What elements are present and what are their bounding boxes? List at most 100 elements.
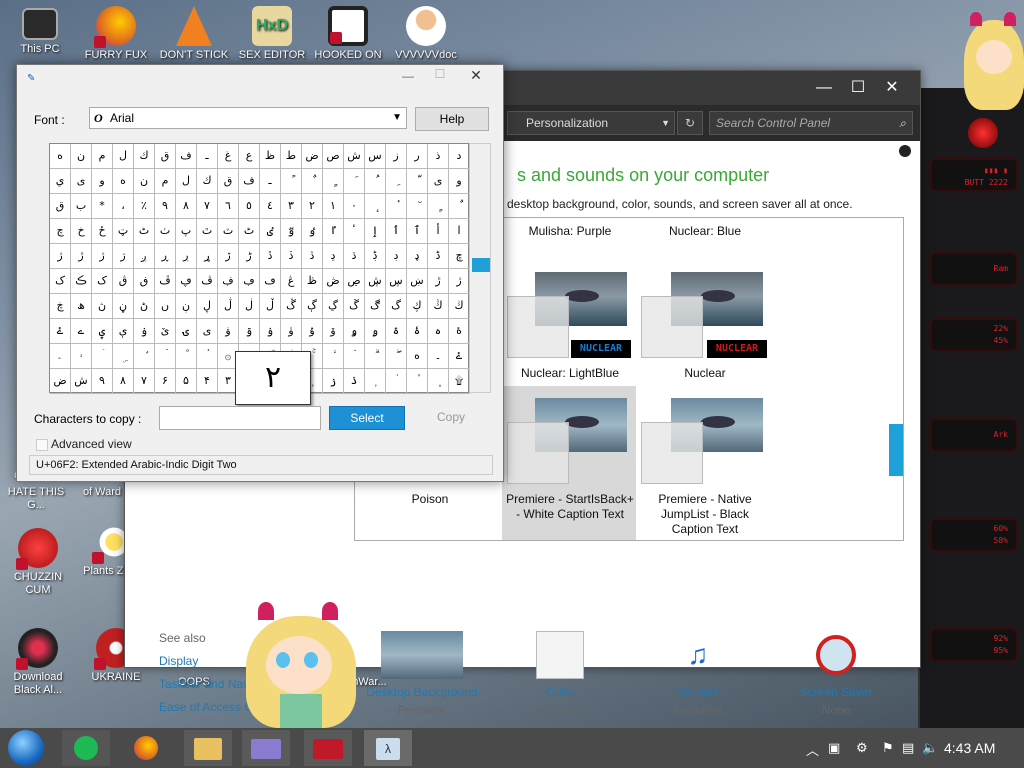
character-cell[interactable]: ب bbox=[71, 194, 92, 219]
character-cell[interactable]: ڥ bbox=[176, 269, 197, 294]
character-cell[interactable]: ڨ bbox=[113, 269, 134, 294]
character-cell[interactable]: پ bbox=[176, 219, 197, 244]
character-cell[interactable]: ې bbox=[113, 319, 134, 344]
character-cell[interactable]: ۤ bbox=[92, 344, 113, 369]
character-cell[interactable]: ڒ bbox=[218, 244, 239, 269]
character-cell[interactable]: ڟ bbox=[302, 269, 323, 294]
character-cell[interactable]: ٵ bbox=[323, 219, 344, 244]
character-cell[interactable]: ٪ bbox=[134, 194, 155, 219]
character-cell[interactable]: ۦ bbox=[50, 344, 71, 369]
taskbar-app-notes[interactable] bbox=[62, 730, 110, 766]
character-cell[interactable]: ٷ bbox=[281, 219, 302, 244]
taskbar-app-charmap[interactable]: λ bbox=[364, 730, 412, 766]
character-cell[interactable]: ۴ bbox=[197, 369, 218, 394]
character-cell[interactable]: د bbox=[449, 144, 470, 169]
start-orb-button[interactable] bbox=[8, 730, 44, 766]
character-cell[interactable]: ێ bbox=[155, 319, 176, 344]
character-cell[interactable]: ٤ bbox=[260, 194, 281, 219]
character-cell[interactable]: ِ bbox=[386, 169, 407, 194]
refresh-button[interactable]: ↻ bbox=[677, 111, 703, 135]
character-cell[interactable]: ٔ bbox=[386, 194, 407, 219]
character-cell[interactable]: ڪ bbox=[71, 269, 92, 294]
character-cell[interactable]: ۬ bbox=[386, 369, 407, 394]
character-cell[interactable]: ٍ bbox=[428, 194, 449, 219]
character-cell[interactable]: و bbox=[449, 169, 470, 194]
character-cell[interactable]: ڋ bbox=[365, 244, 386, 269]
character-cell[interactable]: ١ bbox=[323, 194, 344, 219]
character-grid-scrollbar[interactable] bbox=[469, 143, 491, 393]
character-cell[interactable]: ٍ bbox=[323, 169, 344, 194]
character-cell[interactable]: ۗ bbox=[365, 344, 386, 369]
character-cell[interactable]: ٿ bbox=[197, 219, 218, 244]
taskbar-app-firefox[interactable] bbox=[122, 730, 170, 766]
character-cell[interactable]: ل bbox=[113, 144, 134, 169]
character-cell[interactable]: م bbox=[155, 169, 176, 194]
character-cell[interactable]: ٢ bbox=[302, 194, 323, 219]
character-cell[interactable]: ە bbox=[407, 344, 428, 369]
character-cell[interactable]: ۣ bbox=[113, 344, 134, 369]
character-cell[interactable]: ۄ bbox=[365, 319, 386, 344]
chevron-down-icon[interactable]: ▼ bbox=[661, 112, 670, 134]
character-cell[interactable]: ۮ bbox=[344, 369, 365, 394]
desktop-icon-dont-stick[interactable]: DON'T STICK bbox=[158, 6, 230, 62]
character-cell[interactable]: ڈ bbox=[428, 244, 449, 269]
tray-app-icon[interactable]: ▣ bbox=[828, 740, 840, 756]
theme-mulisha-purple-label[interactable]: Mulisha: Purple bbox=[505, 224, 635, 239]
taskbar-app-control-panel[interactable] bbox=[242, 730, 290, 766]
character-cell[interactable]: ۆ bbox=[323, 319, 344, 344]
character-cell[interactable]: ڶ bbox=[239, 294, 260, 319]
character-cell[interactable]: ۥ bbox=[71, 344, 92, 369]
character-cell[interactable]: ڷ bbox=[218, 294, 239, 319]
character-cell[interactable]: ز bbox=[386, 144, 407, 169]
character-cell[interactable]: ډ bbox=[407, 244, 428, 269]
character-cell[interactable]: ژ bbox=[92, 244, 113, 269]
character-cell[interactable]: ٧ bbox=[197, 194, 218, 219]
character-cell[interactable]: ٽ bbox=[218, 219, 239, 244]
character-cell[interactable]: ۋ bbox=[218, 319, 239, 344]
character-cell[interactable]: ۓ bbox=[50, 319, 71, 344]
character-cell[interactable]: ۟ bbox=[197, 344, 218, 369]
select-button[interactable]: Select bbox=[329, 406, 405, 430]
character-cell[interactable]: ۔ bbox=[428, 344, 449, 369]
character-cell[interactable]: ڎ bbox=[302, 244, 323, 269]
character-cell[interactable]: ڧ bbox=[134, 269, 155, 294]
character-cell[interactable]: ۯ bbox=[323, 369, 344, 394]
character-cell[interactable]: ڛ bbox=[386, 269, 407, 294]
character-cell[interactable]: ژ bbox=[449, 269, 470, 294]
character-cell[interactable]: ڼ bbox=[113, 294, 134, 319]
character-cell[interactable]: ۫ bbox=[407, 369, 428, 394]
character-cell[interactable]: ڻ bbox=[134, 294, 155, 319]
character-cell[interactable]: ض bbox=[302, 144, 323, 169]
character-cell[interactable]: ش bbox=[71, 369, 92, 394]
character-cell[interactable]: ۃ bbox=[386, 319, 407, 344]
character-cell[interactable]: ٨ bbox=[176, 194, 197, 219]
character-cell[interactable]: ٣ bbox=[281, 194, 302, 219]
character-cell[interactable]: ږ bbox=[134, 244, 155, 269]
network-icon[interactable]: ▤ bbox=[902, 740, 914, 756]
scrollbar-thumb[interactable] bbox=[472, 258, 490, 272]
theme-list-scrollbar-thumb[interactable] bbox=[889, 424, 903, 476]
character-cell[interactable]: ى bbox=[428, 169, 449, 194]
character-cell[interactable]: ـ bbox=[260, 169, 281, 194]
character-cell[interactable]: ڭ bbox=[428, 294, 449, 319]
show-hidden-icons-chevron[interactable]: ︿ bbox=[806, 740, 819, 759]
desktop-icon-furry-fux[interactable]: FURRY FUX bbox=[80, 6, 152, 62]
maximize-button[interactable]: ☐ bbox=[427, 67, 453, 81]
font-dropdown[interactable]: O Arial ▼ bbox=[89, 107, 407, 129]
character-cell[interactable]: ڹ bbox=[176, 294, 197, 319]
maximize-button[interactable]: ☐ bbox=[841, 75, 875, 101]
color-button[interactable]: Color Custom bbox=[495, 631, 625, 717]
desktop-icon-this-pc[interactable]: This PC bbox=[4, 8, 76, 56]
character-cell[interactable]: ڊ bbox=[386, 244, 407, 269]
close-button[interactable]: ✕ bbox=[875, 75, 909, 101]
character-cell[interactable]: ڠ bbox=[281, 269, 302, 294]
character-cell[interactable]: ٦ bbox=[218, 194, 239, 219]
character-cell[interactable]: ڗ bbox=[113, 244, 134, 269]
character-cell[interactable]: ٥ bbox=[239, 194, 260, 219]
character-cell[interactable]: ۵ bbox=[176, 369, 197, 394]
character-cell[interactable]: ۉ bbox=[260, 319, 281, 344]
character-cell[interactable]: ٺ bbox=[155, 219, 176, 244]
character-cell[interactable]: ڙ bbox=[71, 244, 92, 269]
sounds-button[interactable]: ♫ Sounds Premiere bbox=[633, 631, 763, 717]
character-cell[interactable]: ی bbox=[197, 319, 218, 344]
